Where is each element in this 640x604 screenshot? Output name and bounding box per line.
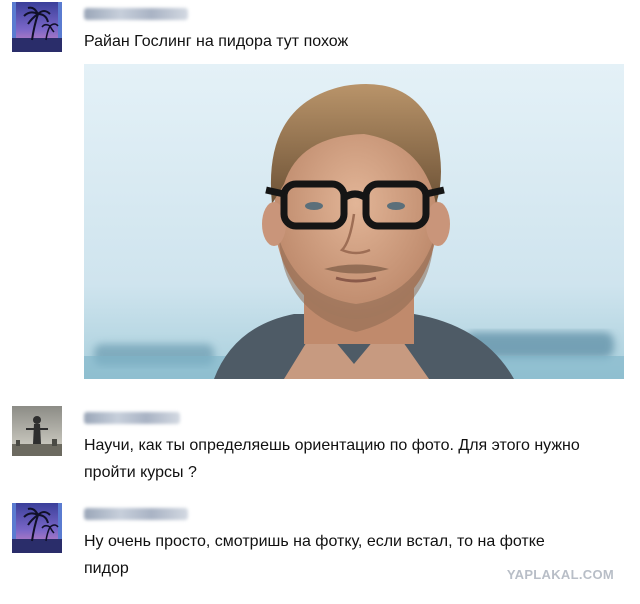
- person-statue-avatar[interactable]: [12, 406, 62, 456]
- author-name-hidden[interactable]: [84, 508, 188, 520]
- site-watermark: YAPLAKAL.COM: [506, 567, 614, 582]
- palm-sunset-avatar[interactable]: [12, 503, 62, 553]
- comment-text: Райан Гослинг на пидора тут похож: [84, 33, 349, 50]
- comment-text: Научи, как ты определяешь ориентацию по …: [84, 437, 580, 481]
- author-name-hidden[interactable]: [84, 8, 188, 20]
- palm-sunset-avatar[interactable]: [12, 2, 62, 52]
- author-name-hidden[interactable]: [84, 412, 180, 424]
- attached-photo[interactable]: [84, 64, 624, 379]
